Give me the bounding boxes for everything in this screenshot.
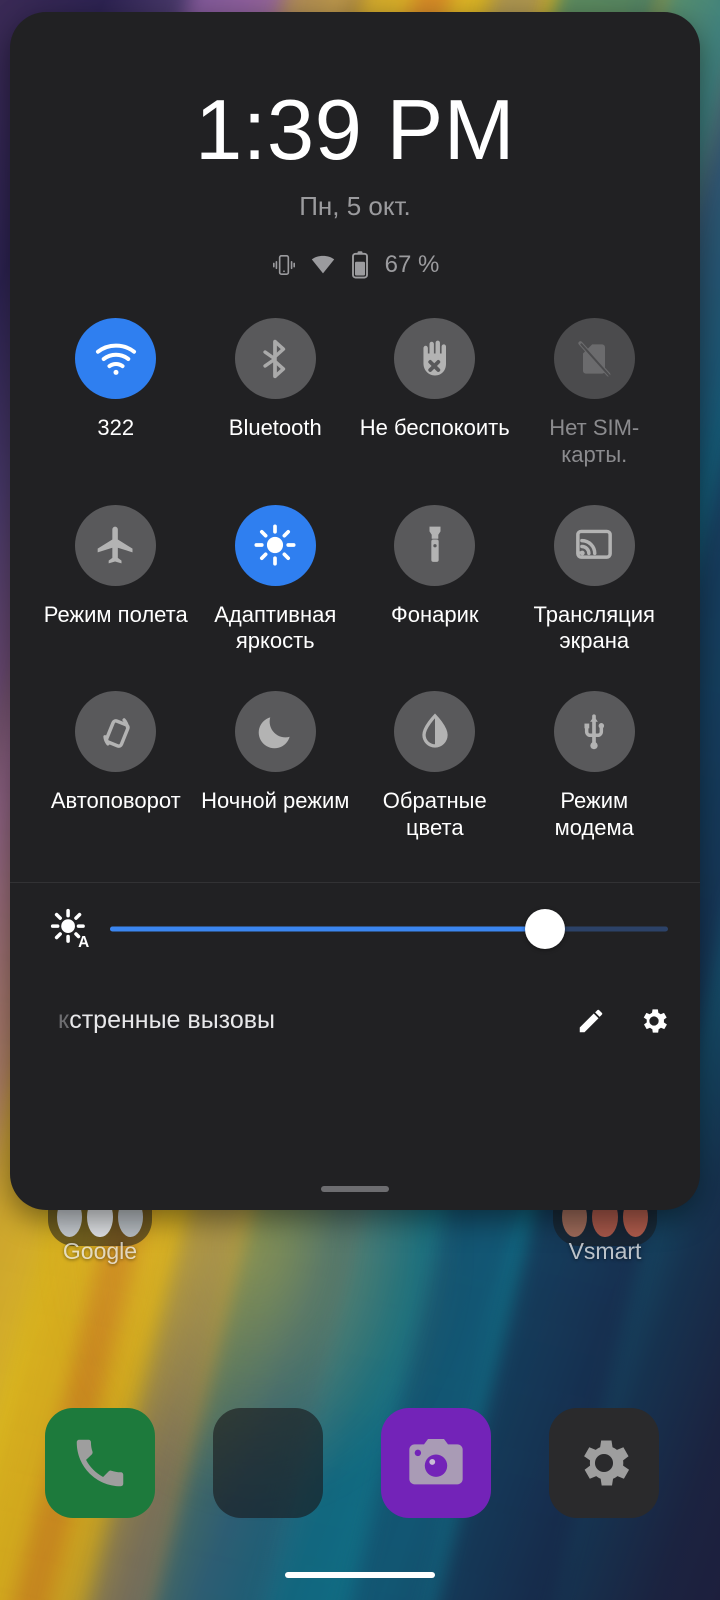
tile-icon-bg [553,691,635,773]
home-folder-vsmart-label: Vsmart [568,1238,642,1264]
dock-settings-app[interactable] [549,1408,659,1518]
tile-invert-colors[interactable]: Обратные цвета [355,691,515,842]
phone-icon [76,1439,124,1487]
tile-label: Bluetooth [228,415,322,440]
brightness-auto-slider-icon-wrap: A [42,904,100,954]
tile-cast-screen[interactable]: Трансляция экрана [515,504,675,656]
cast-screen-icon [576,529,613,559]
tile-label: Режим модема [554,788,634,841]
wifi-icon [311,255,334,274]
tile-label: Обратные цвета [382,788,487,841]
emergency-calls-button[interactable]: кстренные вызовы [58,1006,275,1035]
tile-night-mode[interactable]: Ночной режим [196,691,356,842]
footer-icon-group [576,1005,670,1037]
brightness-slider[interactable] [110,908,668,949]
auto-rotate-icon [103,718,130,748]
slider-fill [110,926,546,932]
quick-settings-tile-grid: 322 Bluetooth Не беспокоить Нет SIM-карт… [10,318,700,842]
tile-label: Трансляция экрана [533,601,655,654]
tile-airplane-mode[interactable]: Режим полета [36,504,196,656]
brightness-row: A [10,883,700,975]
tile-bluetooth[interactable]: Bluetooth [196,318,356,469]
usb-tethering-icon [584,714,605,750]
tile-icon-bg [75,691,157,773]
status-icons-row: 67 % [10,250,700,280]
vibrate-icon [272,254,295,276]
tile-icon-bg [234,691,316,773]
tile-do-not-disturb[interactable]: Не беспокоить [355,318,515,469]
tile-label: Не беспокоить [359,415,510,440]
emergency-calls-label: стренные вызовы [69,1006,275,1035]
emergency-clipped-char: к [58,1006,70,1035]
tile-icon-bg [75,504,157,586]
tile-no-sim[interactable]: Нет SIM-карты. [515,318,675,469]
do-not-disturb-icon [423,340,446,375]
battery-icon [351,251,368,279]
tile-icon-bg [394,504,476,586]
battery-percent-label: 67 % [384,251,440,278]
dock-phone-app[interactable] [45,1408,155,1518]
tile-icon-bg [394,318,476,399]
quick-settings-panel: 1:39 PM Пн, 5 окт. 67 % 322 Bluetooth Не… [10,12,700,1210]
tile-label: Адаптивная яркость [214,601,337,654]
tile-icon-bg [553,318,635,399]
clock-date: Пн, 5 окт. [299,191,411,221]
panel-drag-handle[interactable] [321,1186,389,1192]
tile-icon-bg [234,504,316,586]
dock-camera-app[interactable] [381,1408,491,1518]
svg-text:A: A [78,934,89,951]
night-mode-moon-icon [258,717,290,749]
gear-settings-icon[interactable] [638,1005,670,1037]
settings-gear-icon [584,1440,630,1486]
slider-thumb[interactable] [525,908,566,949]
tile-flashlight[interactable]: Фонарик [355,504,515,656]
tile-usb-tethering[interactable]: Режим модема [515,691,675,842]
tile-label: Ночной режим [201,788,350,814]
phone-screen: Google Vsmart 1:39 PM Пн, 5 окт. 67 % 32… [0,0,720,1600]
tile-icon-bg [394,691,476,773]
tile-label: Нет SIM-карты. [549,415,640,467]
invert-colors-icon [422,713,448,748]
tile-adaptive-brightness[interactable]: Адаптивная яркость [196,504,356,656]
no-sim-icon [578,340,611,377]
clock-time: 1:39 PM [194,83,516,178]
tile-icon-bg [553,504,635,586]
tile-icon-bg [234,318,316,399]
bluetooth-icon [263,339,286,378]
airplane-icon [97,526,133,564]
flashlight-icon [429,526,441,563]
panel-footer: кстренные вызовы [10,985,700,1057]
pencil-edit-icon[interactable] [576,1006,606,1036]
tile-label: Режим полета [43,601,188,627]
brightness-auto-slider-icon: A [50,908,89,951]
tile-wifi[interactable]: 322 [36,318,196,469]
camera-icon [409,1439,463,1485]
clock-block: 1:39 PM Пн, 5 окт. [10,88,700,222]
dock-app-folder[interactable] [213,1408,323,1518]
tile-label: Фонарик [391,601,479,627]
home-indicator[interactable] [285,1572,435,1578]
tile-auto-rotate[interactable]: Автоповорот [36,691,196,842]
brightness-auto-icon [254,524,296,566]
home-folder-google-label: Google [62,1238,138,1264]
wifi-icon [95,343,136,375]
tile-label: 322 [97,415,135,440]
tile-label: Автоповорот [50,788,181,814]
tile-icon-bg [75,318,157,399]
